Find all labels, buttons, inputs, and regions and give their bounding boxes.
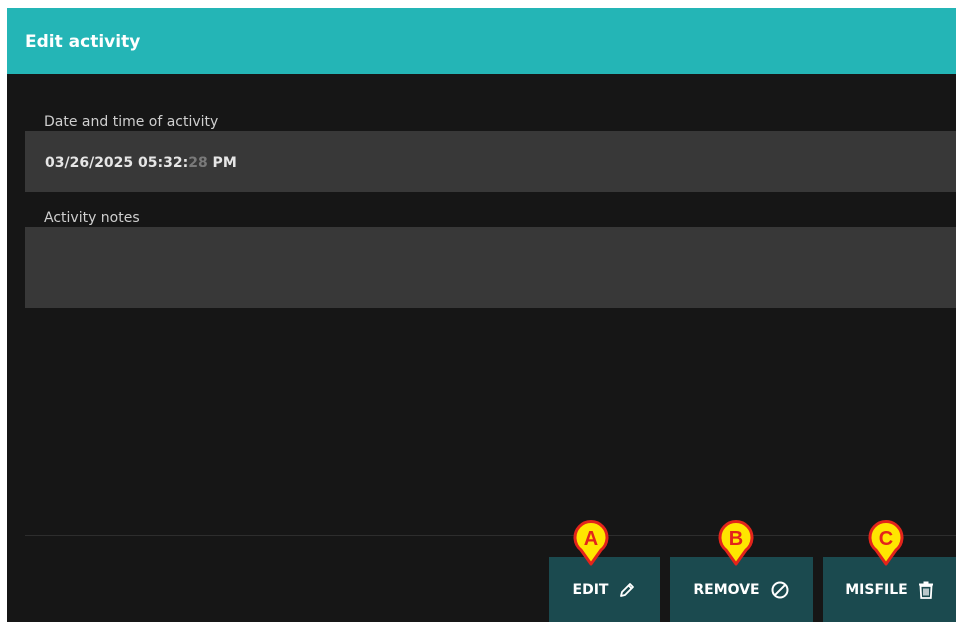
dialog-header: Edit activity bbox=[7, 8, 956, 74]
marker-c-icon: C bbox=[868, 520, 904, 566]
marker-a-label: A bbox=[584, 528, 598, 550]
remove-button-label: REMOVE bbox=[693, 581, 760, 598]
trash-icon bbox=[918, 581, 934, 599]
ban-icon bbox=[770, 580, 790, 600]
marker-c-label: C bbox=[879, 528, 893, 550]
dialog-title: Edit activity bbox=[25, 32, 141, 52]
datetime-value[interactable]: 03/26/2025 05:32:28 PM bbox=[45, 155, 237, 171]
remove-button[interactable]: REMOVE bbox=[670, 557, 813, 622]
footer-divider bbox=[25, 535, 956, 536]
pencil-icon bbox=[618, 581, 636, 599]
datetime-label: Date and time of activity bbox=[44, 114, 219, 130]
datetime-ampm: PM bbox=[207, 155, 237, 171]
edit-activity-dialog: Edit activity Date and time of activity … bbox=[7, 8, 956, 622]
misfile-button-label: MISFILE bbox=[845, 581, 908, 598]
edit-button[interactable]: EDIT bbox=[549, 557, 660, 622]
notes-label: Activity notes bbox=[44, 210, 140, 226]
notes-field[interactable] bbox=[25, 227, 956, 308]
misfile-button[interactable]: MISFILE bbox=[823, 557, 956, 622]
marker-a-icon: A bbox=[573, 520, 609, 566]
datetime-main: 03/26/2025 05:32: bbox=[45, 155, 189, 171]
marker-b-label: B bbox=[729, 528, 743, 550]
marker-b-icon: B bbox=[718, 520, 754, 566]
datetime-seconds: 28 bbox=[188, 155, 208, 171]
edit-button-label: EDIT bbox=[572, 581, 609, 598]
